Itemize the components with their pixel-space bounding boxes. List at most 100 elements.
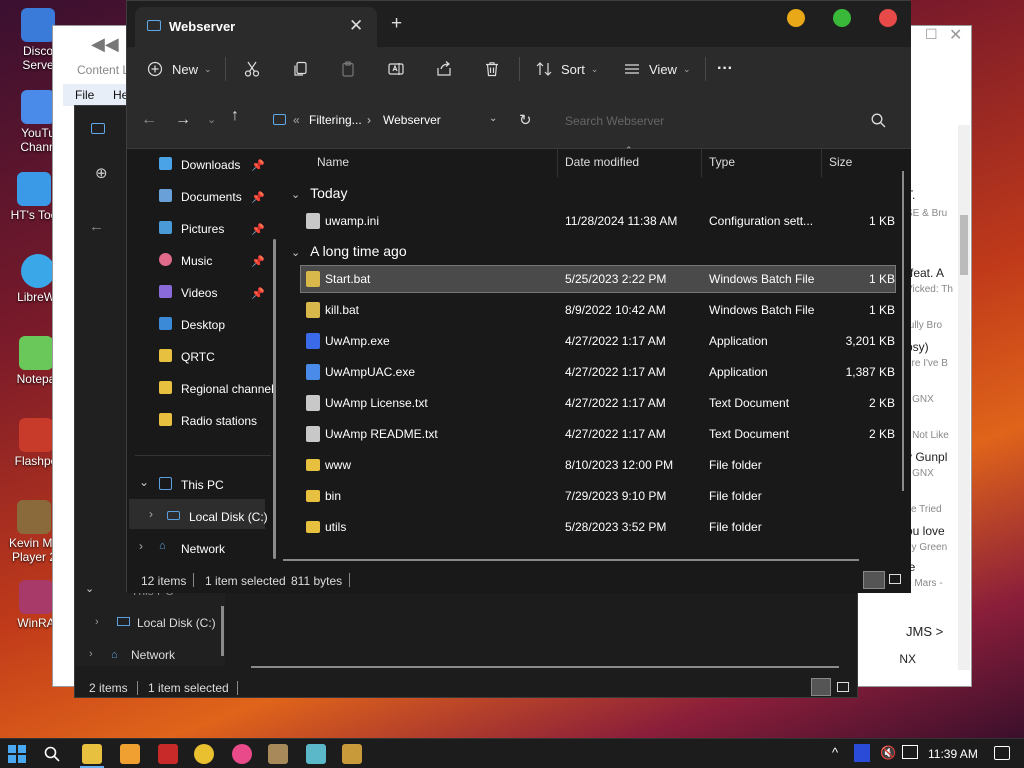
new-tab-button[interactable]: +	[391, 13, 402, 35]
column-header-size[interactable]: Size	[829, 155, 852, 169]
explorer-window[interactable]: Webserver ✕ + New ⌄ Sort ⌄ View ⌄ ··· ← …	[126, 0, 911, 593]
nav-item-radio-stations[interactable]: Radio stations	[159, 410, 275, 432]
tiles-view-icon[interactable]	[889, 574, 901, 584]
delete-button[interactable]	[483, 57, 501, 81]
nav-item-regional-channels[interactable]: Regional channels	[159, 378, 275, 400]
start-button[interactable]	[8, 745, 26, 763]
horizontal-scrollbar[interactable]	[251, 666, 839, 668]
maximize-icon[interactable]: ☐	[925, 26, 938, 43]
chevron-right-icon[interactable]: ›	[95, 616, 99, 628]
file-explorer-taskbar-icon[interactable]	[82, 744, 102, 764]
tab-webserver[interactable]: Webserver ✕	[135, 7, 377, 47]
sort-button[interactable]: Sort ⌄	[535, 57, 598, 81]
table-row[interactable]: www 8/10/2023 12:00 PM File folder	[301, 452, 895, 478]
table-row[interactable]: kill.bat 8/9/2022 10:42 AM Windows Batch…	[301, 297, 895, 323]
nav-network[interactable]: Network	[131, 648, 175, 662]
breadcrumb-overflow[interactable]: «	[293, 113, 300, 127]
breadcrumb[interactable]: « Filtering... › Webserver ⌄	[271, 105, 511, 135]
share-button[interactable]	[435, 57, 453, 81]
cut-button[interactable]	[243, 57, 261, 81]
app-taskbar-icon[interactable]	[306, 744, 326, 764]
chevron-right-icon[interactable]: ›	[89, 648, 93, 660]
nav-item-network[interactable]: ⌂ Network	[159, 538, 275, 560]
group-header-today[interactable]: ⌄ Today	[291, 185, 347, 201]
table-row[interactable]: bin 7/29/2023 9:10 PM File folder	[301, 483, 895, 509]
table-row[interactable]: Start.bat 5/25/2023 2:22 PM Windows Batc…	[300, 265, 896, 293]
search-icon[interactable]	[871, 113, 886, 128]
chevron-right-icon[interactable]: ›	[149, 507, 153, 521]
chevron-right-icon[interactable]: ›	[139, 539, 143, 553]
group-header-long-ago[interactable]: ⌄ A long time ago	[291, 243, 407, 259]
close-tab-icon[interactable]: ✕	[349, 16, 363, 36]
network-tray-icon[interactable]	[902, 745, 918, 759]
list-item[interactable]: GNX	[900, 652, 916, 666]
details-view-icon[interactable]	[863, 571, 885, 589]
back-arrow-icon[interactable]: ←	[141, 111, 157, 129]
nav-local-disk[interactable]: Local Disk (C:)	[137, 616, 216, 630]
back-arrow-icon[interactable]: ←	[89, 218, 104, 235]
table-row[interactable]: uwamp.ini 11/28/2024 11:38 AM Configurat…	[301, 208, 895, 234]
copy-button[interactable]	[291, 57, 309, 81]
app-taskbar-icon[interactable]	[342, 744, 362, 764]
rewind-icon[interactable]: ◀◀	[91, 34, 119, 55]
close-icon[interactable]: ✕	[949, 25, 962, 45]
player-taskbar-icon[interactable]	[268, 744, 288, 764]
scrollbar-thumb[interactable]	[960, 215, 968, 275]
uwamp-tray-icon[interactable]	[854, 744, 870, 762]
forward-arrow-icon[interactable]: →	[175, 111, 191, 129]
music-taskbar-icon[interactable]	[232, 744, 252, 764]
pin-icon[interactable]: 📌	[251, 255, 265, 268]
column-separator[interactable]	[821, 149, 822, 177]
new-button[interactable]: New ⌄	[147, 57, 212, 81]
more-options-button[interactable]: ···	[717, 57, 733, 81]
view-button[interactable]: View ⌄	[623, 57, 691, 81]
column-header-name[interactable]: Name	[317, 155, 349, 169]
albums-link[interactable]: JMS >	[906, 624, 943, 639]
breadcrumb-current[interactable]: Webserver	[383, 113, 441, 127]
background-app-scrollbar[interactable]	[958, 125, 970, 670]
nav-scrollbar[interactable]	[221, 606, 224, 656]
column-separator[interactable]	[701, 149, 702, 177]
search-icon[interactable]	[44, 746, 60, 762]
nav-item-desktop[interactable]: Desktop	[159, 314, 275, 336]
horizontal-scrollbar[interactable]	[283, 559, 859, 561]
rename-button[interactable]	[387, 57, 405, 81]
flash-taskbar-icon[interactable]	[158, 744, 178, 764]
search-box[interactable]: Search Webserver	[553, 105, 897, 135]
nav-scrollbar[interactable]	[273, 239, 276, 559]
details-view-icon[interactable]	[811, 678, 831, 696]
table-row[interactable]: utils 5/28/2023 3:52 PM File folder	[301, 514, 895, 540]
table-row[interactable]: UwAmp README.txt 4/27/2022 1:17 AM Text …	[301, 421, 895, 447]
tiles-view-icon[interactable]	[837, 682, 849, 692]
recent-chevron-icon[interactable]: ⌄	[207, 113, 216, 126]
expand-chevron-icon[interactable]: ⌄	[85, 582, 94, 595]
column-header-type[interactable]: Type	[709, 155, 735, 169]
pin-icon[interactable]: 📌	[251, 159, 265, 172]
search-input[interactable]: Search Webserver	[565, 114, 664, 128]
pin-icon[interactable]: 📌	[251, 223, 265, 236]
maximize-button[interactable]	[833, 9, 851, 27]
minimize-button[interactable]	[787, 9, 805, 27]
close-button[interactable]	[879, 9, 897, 27]
table-row[interactable]: UwAmp License.txt 4/27/2022 1:17 AM Text…	[301, 390, 895, 416]
new-icon[interactable]: ⊕	[95, 164, 108, 182]
nav-item-qrtc[interactable]: QRTC	[159, 346, 275, 368]
list-item[interactable]: (feat. A	[906, 266, 944, 280]
store-taskbar-icon[interactable]	[120, 744, 140, 764]
notification-icon[interactable]	[994, 746, 1010, 760]
up-arrow-icon[interactable]: ↑	[231, 107, 239, 125]
nav-item-this-pc[interactable]: This PC	[159, 474, 275, 496]
table-row[interactable]: UwAmp.exe 4/27/2022 1:17 AM Application …	[301, 328, 895, 354]
pin-icon[interactable]: 📌	[251, 191, 265, 204]
column-header-date[interactable]: Date modified	[565, 155, 639, 169]
column-separator[interactable]	[557, 149, 558, 177]
vertical-scrollbar[interactable]	[902, 171, 904, 491]
volume-muted-icon[interactable]: 🔇	[880, 745, 896, 761]
collapse-chevron-icon[interactable]: ⌄	[139, 475, 149, 489]
refresh-icon[interactable]: ↻	[519, 111, 532, 129]
nav-item-local-disk[interactable]: Local Disk (C:)	[167, 506, 283, 528]
address-dropdown-icon[interactable]: ⌄	[489, 113, 497, 124]
list-item[interactable]: y Gunpl	[906, 450, 947, 464]
table-row[interactable]: UwAmpUAC.exe 4/27/2022 1:17 AM Applicati…	[301, 359, 895, 385]
breadcrumb-parent[interactable]: Filtering...	[309, 113, 362, 127]
